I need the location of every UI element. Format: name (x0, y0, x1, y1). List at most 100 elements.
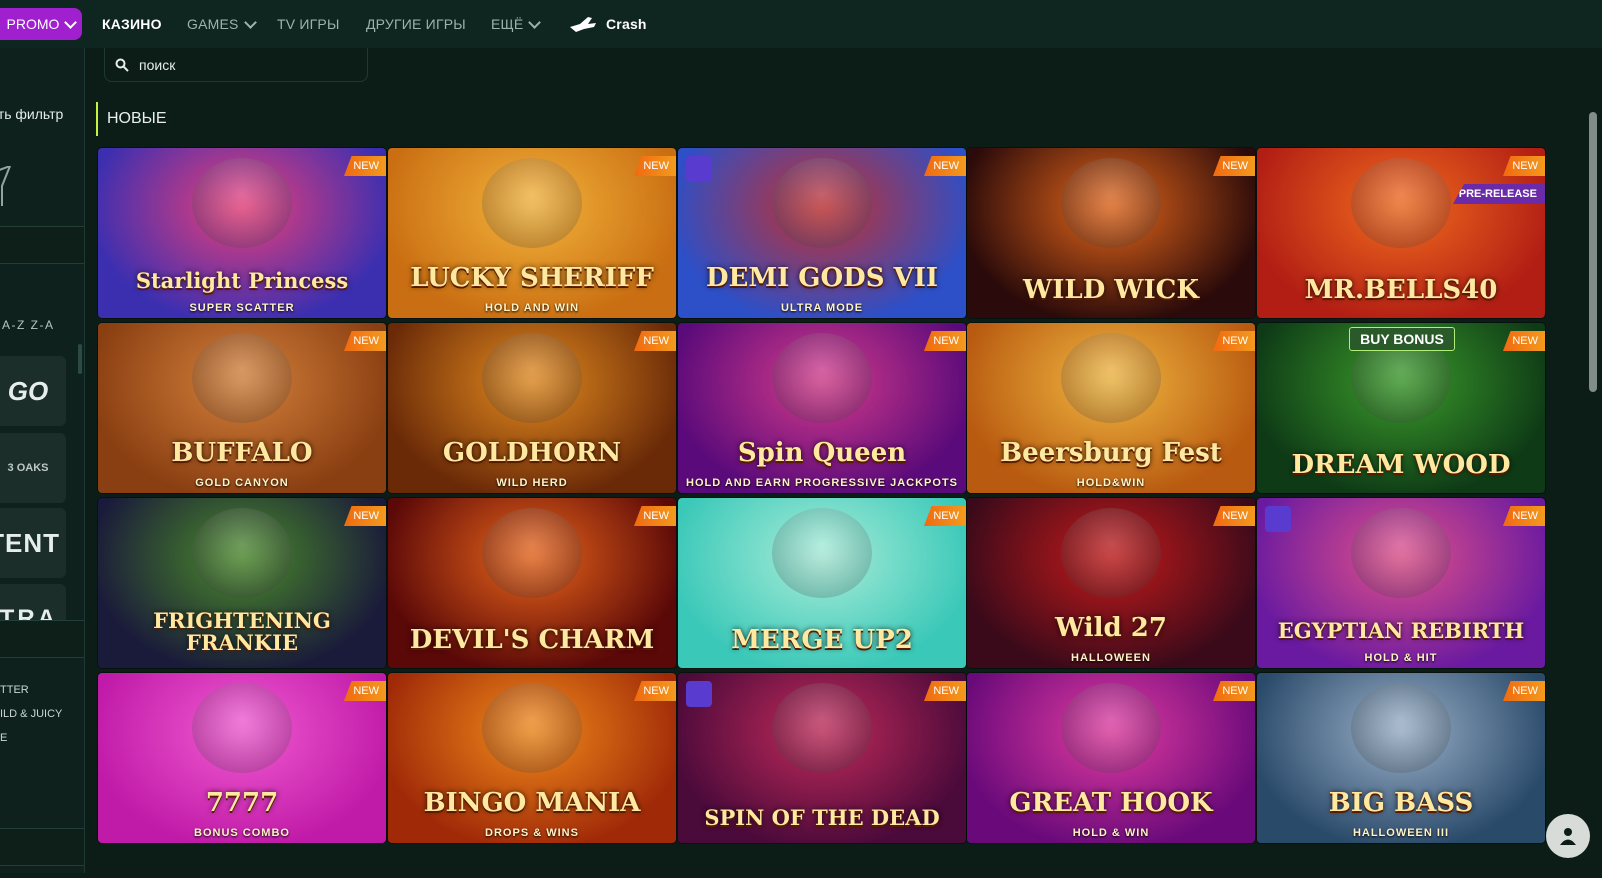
character-artwork (192, 158, 292, 248)
game-title: EGYPTIAN REBIRTH (1277, 617, 1525, 643)
game-tile[interactable]: Starlight Princess SUPER SCATTER NEW (98, 148, 386, 318)
game-title: Beersburg Fest (1000, 437, 1222, 468)
character-artwork (772, 683, 872, 773)
game-title: SPIN OF THE DEAD (704, 804, 940, 830)
support-chat-button[interactable] (1546, 814, 1590, 858)
character-artwork (1061, 158, 1161, 248)
search-icon (115, 58, 129, 72)
game-tile[interactable]: SPIN OF THE DEAD NEW (678, 673, 966, 843)
game-title: MR.BELLS40 (1304, 274, 1498, 305)
game-tile[interactable]: FRIGHTENING FRANKIE NEW (98, 498, 386, 668)
provider-label: TENT (0, 527, 60, 558)
user-icon (1560, 828, 1576, 845)
game-title: BUFFALO (171, 437, 313, 468)
search-input[interactable] (137, 55, 341, 74)
game-tile[interactable]: GOLDHORN WILD HERD NEW (388, 323, 676, 493)
pre-release-badge: PRE-RELEASE (1453, 184, 1545, 204)
provider-3oaks[interactable]: 3 OAKS (0, 433, 66, 503)
character-artwork (482, 333, 582, 423)
game-tile[interactable]: WILD WICK NEW (967, 148, 1255, 318)
character-artwork (192, 333, 292, 423)
game-title: LUCKY SHERIFF (410, 262, 654, 293)
provider-netent[interactable]: TENT (0, 508, 66, 578)
promo-label: PROMO (6, 16, 60, 32)
game-title: Spin Queen (737, 437, 907, 468)
nav-tv-games-label: TV ИГРЫ (277, 16, 340, 32)
game-title: DEMI GODS VII (705, 262, 939, 293)
sidebar-list-item[interactable]: TTER (0, 684, 29, 696)
chevron-down-icon (528, 15, 542, 29)
game-tile[interactable]: DEVIL'S CHARM NEW (388, 498, 676, 668)
top-navigation: PROMO КАЗИНО GAMES TV ИГРЫ ДРУГИЕ ИГРЫ Е… (0, 0, 1602, 48)
character-artwork (772, 333, 872, 423)
game-subtitle: HOLD & HIT (1364, 652, 1438, 664)
nav-more[interactable]: ЕЩЁ (491, 0, 542, 48)
nav-casino[interactable]: КАЗИНО (102, 0, 162, 48)
character-artwork (482, 158, 582, 248)
provider-playngo[interactable]: GO (0, 356, 66, 426)
provider-logo-icon (686, 156, 712, 182)
promo-dropdown[interactable]: PROMO (0, 8, 82, 40)
game-title: BINGO MANIA (423, 787, 641, 818)
provider-logo-icon (686, 681, 712, 707)
game-subtitle: BONUS COMBO (194, 827, 290, 839)
game-tile[interactable]: Wild 27 HALLOWEEN NEW (967, 498, 1255, 668)
nav-games[interactable]: GAMES (187, 0, 257, 48)
filter-sidebar: ить фильтр ОЕ A-Z Z-A GO 3 OAKS TENT ATR… (0, 48, 85, 873)
games-grid: Starlight Princess SUPER SCATTER NEW LUCKY … (98, 148, 1572, 878)
game-tile[interactable]: GREAT HOOK HOLD & WIN NEW (967, 673, 1255, 843)
game-tile[interactable]: 7777 BONUS COMBO NEW (98, 673, 386, 843)
character-artwork (772, 508, 872, 598)
game-tile[interactable]: BINGO MANIA DROPS & WINS NEW (388, 673, 676, 843)
provider-label: GO (7, 375, 49, 406)
character-artwork (1061, 333, 1161, 423)
airplane-icon (570, 17, 596, 32)
game-tile[interactable]: Spin Queen HOLD AND EARN PROGRESSIVE JACK… (678, 323, 966, 493)
character-artwork (192, 683, 292, 773)
sidebar-list-item[interactable]: E (0, 732, 7, 744)
character-artwork (1351, 158, 1451, 248)
game-tile[interactable]: Beersburg Fest HOLD&WIN NEW (967, 323, 1255, 493)
game-tile[interactable]: DEMI GODS VII ULTRA MODE NEW (678, 148, 966, 318)
game-tile[interactable]: DREAM WOOD BUY BONUS NEW (1257, 323, 1545, 493)
sidebar-divider-block (0, 226, 84, 264)
provider-label: 3 OAKS (7, 462, 49, 474)
page-scrollbar[interactable] (1589, 112, 1597, 392)
game-subtitle: HALLOWEEN (1071, 652, 1151, 664)
sidebar-divider-block (0, 620, 84, 658)
game-title: BIG BASS (1328, 787, 1474, 818)
game-tile[interactable]: BUFFALO GOLD CANYON NEW (98, 323, 386, 493)
sidebar-list-item[interactable]: ILD & JUICY (0, 708, 62, 720)
character-artwork (192, 508, 292, 598)
game-subtitle: HOLD & WIN (1072, 827, 1150, 839)
game-title: Wild 27 (1055, 612, 1167, 643)
section-title: НОВЫЕ (96, 102, 167, 136)
nav-other-games[interactable]: ДРУГИЕ ИГРЫ (366, 0, 466, 48)
game-tile[interactable]: LUCKY SHERIFF HOLD AND WIN NEW (388, 148, 676, 318)
game-subtitle: HALLOWEEN III (1352, 827, 1450, 839)
filter-icon (0, 166, 12, 206)
game-title: 7777 (205, 787, 279, 818)
game-tile[interactable]: EGYPTIAN REBIRTH HOLD & HIT NEW (1257, 498, 1545, 668)
search-box[interactable] (104, 48, 368, 82)
buy-bonus-badge: BUY BONUS (1349, 327, 1455, 351)
game-tile[interactable]: MERGE UP2 NEW (678, 498, 966, 668)
game-title: GOLDHORN (442, 437, 622, 468)
game-tile[interactable]: MR.BELLS40 NEW PRE-RELEASE (1257, 148, 1545, 318)
character-artwork (1061, 508, 1161, 598)
character-artwork (1351, 508, 1451, 598)
nav-crash-label: Crash (606, 16, 647, 32)
game-title: FRIGHTENING FRANKIE (153, 607, 331, 655)
sort-az-za[interactable]: A-Z Z-A (2, 318, 55, 332)
nav-other-games-label: ДРУГИЕ ИГРЫ (366, 16, 466, 32)
nav-crash[interactable]: Crash (568, 0, 647, 48)
game-title: DEVIL'S CHARM (409, 624, 655, 655)
game-title: MERGE UP2 (731, 624, 913, 655)
nav-tv-games[interactable]: TV ИГРЫ (277, 0, 340, 48)
game-subtitle: ULTRA MODE (780, 302, 864, 314)
sidebar-scrollbar[interactable] (78, 344, 82, 374)
reset-filter-link[interactable]: ить фильтр (0, 106, 73, 122)
nav-more-label: ЕЩЁ (491, 16, 524, 32)
game-subtitle: HOLD AND EARN PROGRESSIVE JACKPOTS (686, 477, 958, 489)
game-tile[interactable]: BIG BASS HALLOWEEN III NEW (1257, 673, 1545, 843)
